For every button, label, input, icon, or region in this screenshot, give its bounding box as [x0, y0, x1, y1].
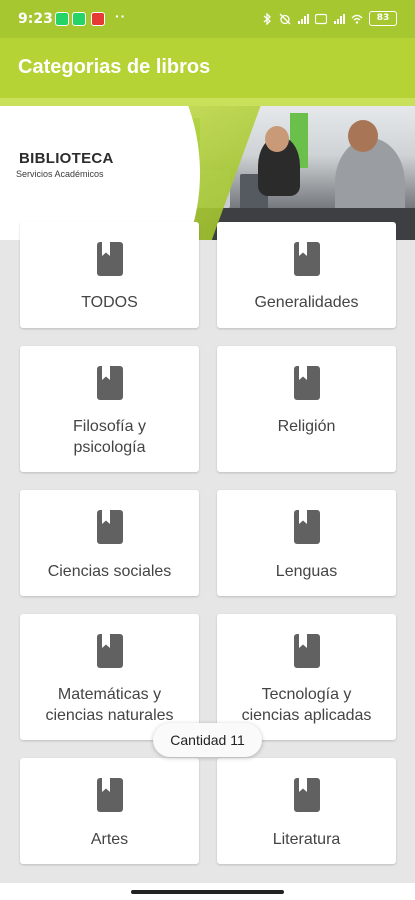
- book-icon: [97, 634, 123, 668]
- book-icon: [294, 510, 320, 544]
- logo-title: BIBLIOTECA: [19, 150, 114, 167]
- whatsapp-icon: [55, 12, 69, 26]
- banner-image: BIBLIOTECA Servicios Académicos: [0, 98, 415, 240]
- category-card-religion[interactable]: Religión: [217, 346, 396, 472]
- signal-icon: [298, 13, 309, 24]
- volte-icon: [315, 13, 327, 24]
- category-card-todos[interactable]: TODOS: [20, 222, 199, 328]
- app-bar: Categorias de libros: [0, 38, 415, 98]
- page-title: Categorias de libros: [18, 56, 211, 78]
- category-card-literatura[interactable]: Literatura: [217, 758, 396, 864]
- book-icon: [97, 366, 123, 400]
- gesture-nav-bar: [0, 883, 415, 900]
- photo-person-head: [265, 126, 289, 152]
- category-label: Artes: [90, 831, 129, 848]
- alarm-off-icon: [279, 13, 291, 24]
- book-icon: [294, 778, 320, 812]
- logo-subtitle: Servicios Académicos: [16, 169, 104, 179]
- book-icon: [97, 510, 123, 544]
- photo-person-head: [348, 120, 378, 152]
- banner-stripe: [0, 98, 415, 106]
- category-label: Ciencias sociales: [47, 563, 172, 580]
- category-card-lenguas[interactable]: Lenguas: [217, 490, 396, 596]
- whatsapp-business-icon: [72, 12, 86, 26]
- book-icon: [294, 366, 320, 400]
- status-bar: 9:23 ·· 83: [0, 0, 415, 38]
- category-card-matematicas[interactable]: Matemáticas y ciencias naturales: [20, 614, 199, 740]
- category-label: Tecnología y ciencias aplicadas: [241, 686, 372, 724]
- more-notifications-icon: ··: [115, 8, 127, 24]
- category-label: Generalidades: [254, 294, 359, 311]
- wifi-icon: [351, 14, 363, 24]
- category-label: Religión: [277, 418, 336, 435]
- category-card-generalidades[interactable]: Generalidades: [217, 222, 396, 328]
- book-icon: [97, 778, 123, 812]
- app-notification-icon: [91, 12, 105, 26]
- book-icon: [97, 242, 123, 276]
- count-toast: Cantidad 11: [153, 723, 262, 757]
- category-label: Matemáticas y ciencias naturales: [45, 686, 174, 724]
- category-card-tecnologia[interactable]: Tecnología y ciencias aplicadas: [217, 614, 396, 740]
- battery-icon: 83: [369, 11, 397, 26]
- category-label: Filosofía y psicología: [73, 418, 146, 456]
- book-icon: [294, 242, 320, 276]
- book-icon: [294, 634, 320, 668]
- category-label: Literatura: [272, 831, 341, 848]
- home-gesture-handle[interactable]: [131, 890, 284, 894]
- category-label: TODOS: [81, 294, 138, 311]
- category-card-filosofia[interactable]: Filosofía y psicología: [20, 346, 199, 472]
- signal-icon-2: [334, 13, 345, 24]
- bluetooth-icon: [263, 12, 271, 25]
- status-time: 9:23: [18, 11, 53, 27]
- category-card-artes[interactable]: Artes: [20, 758, 199, 864]
- category-card-ciencias-sociales[interactable]: Ciencias sociales: [20, 490, 199, 596]
- category-label: Lenguas: [275, 563, 338, 580]
